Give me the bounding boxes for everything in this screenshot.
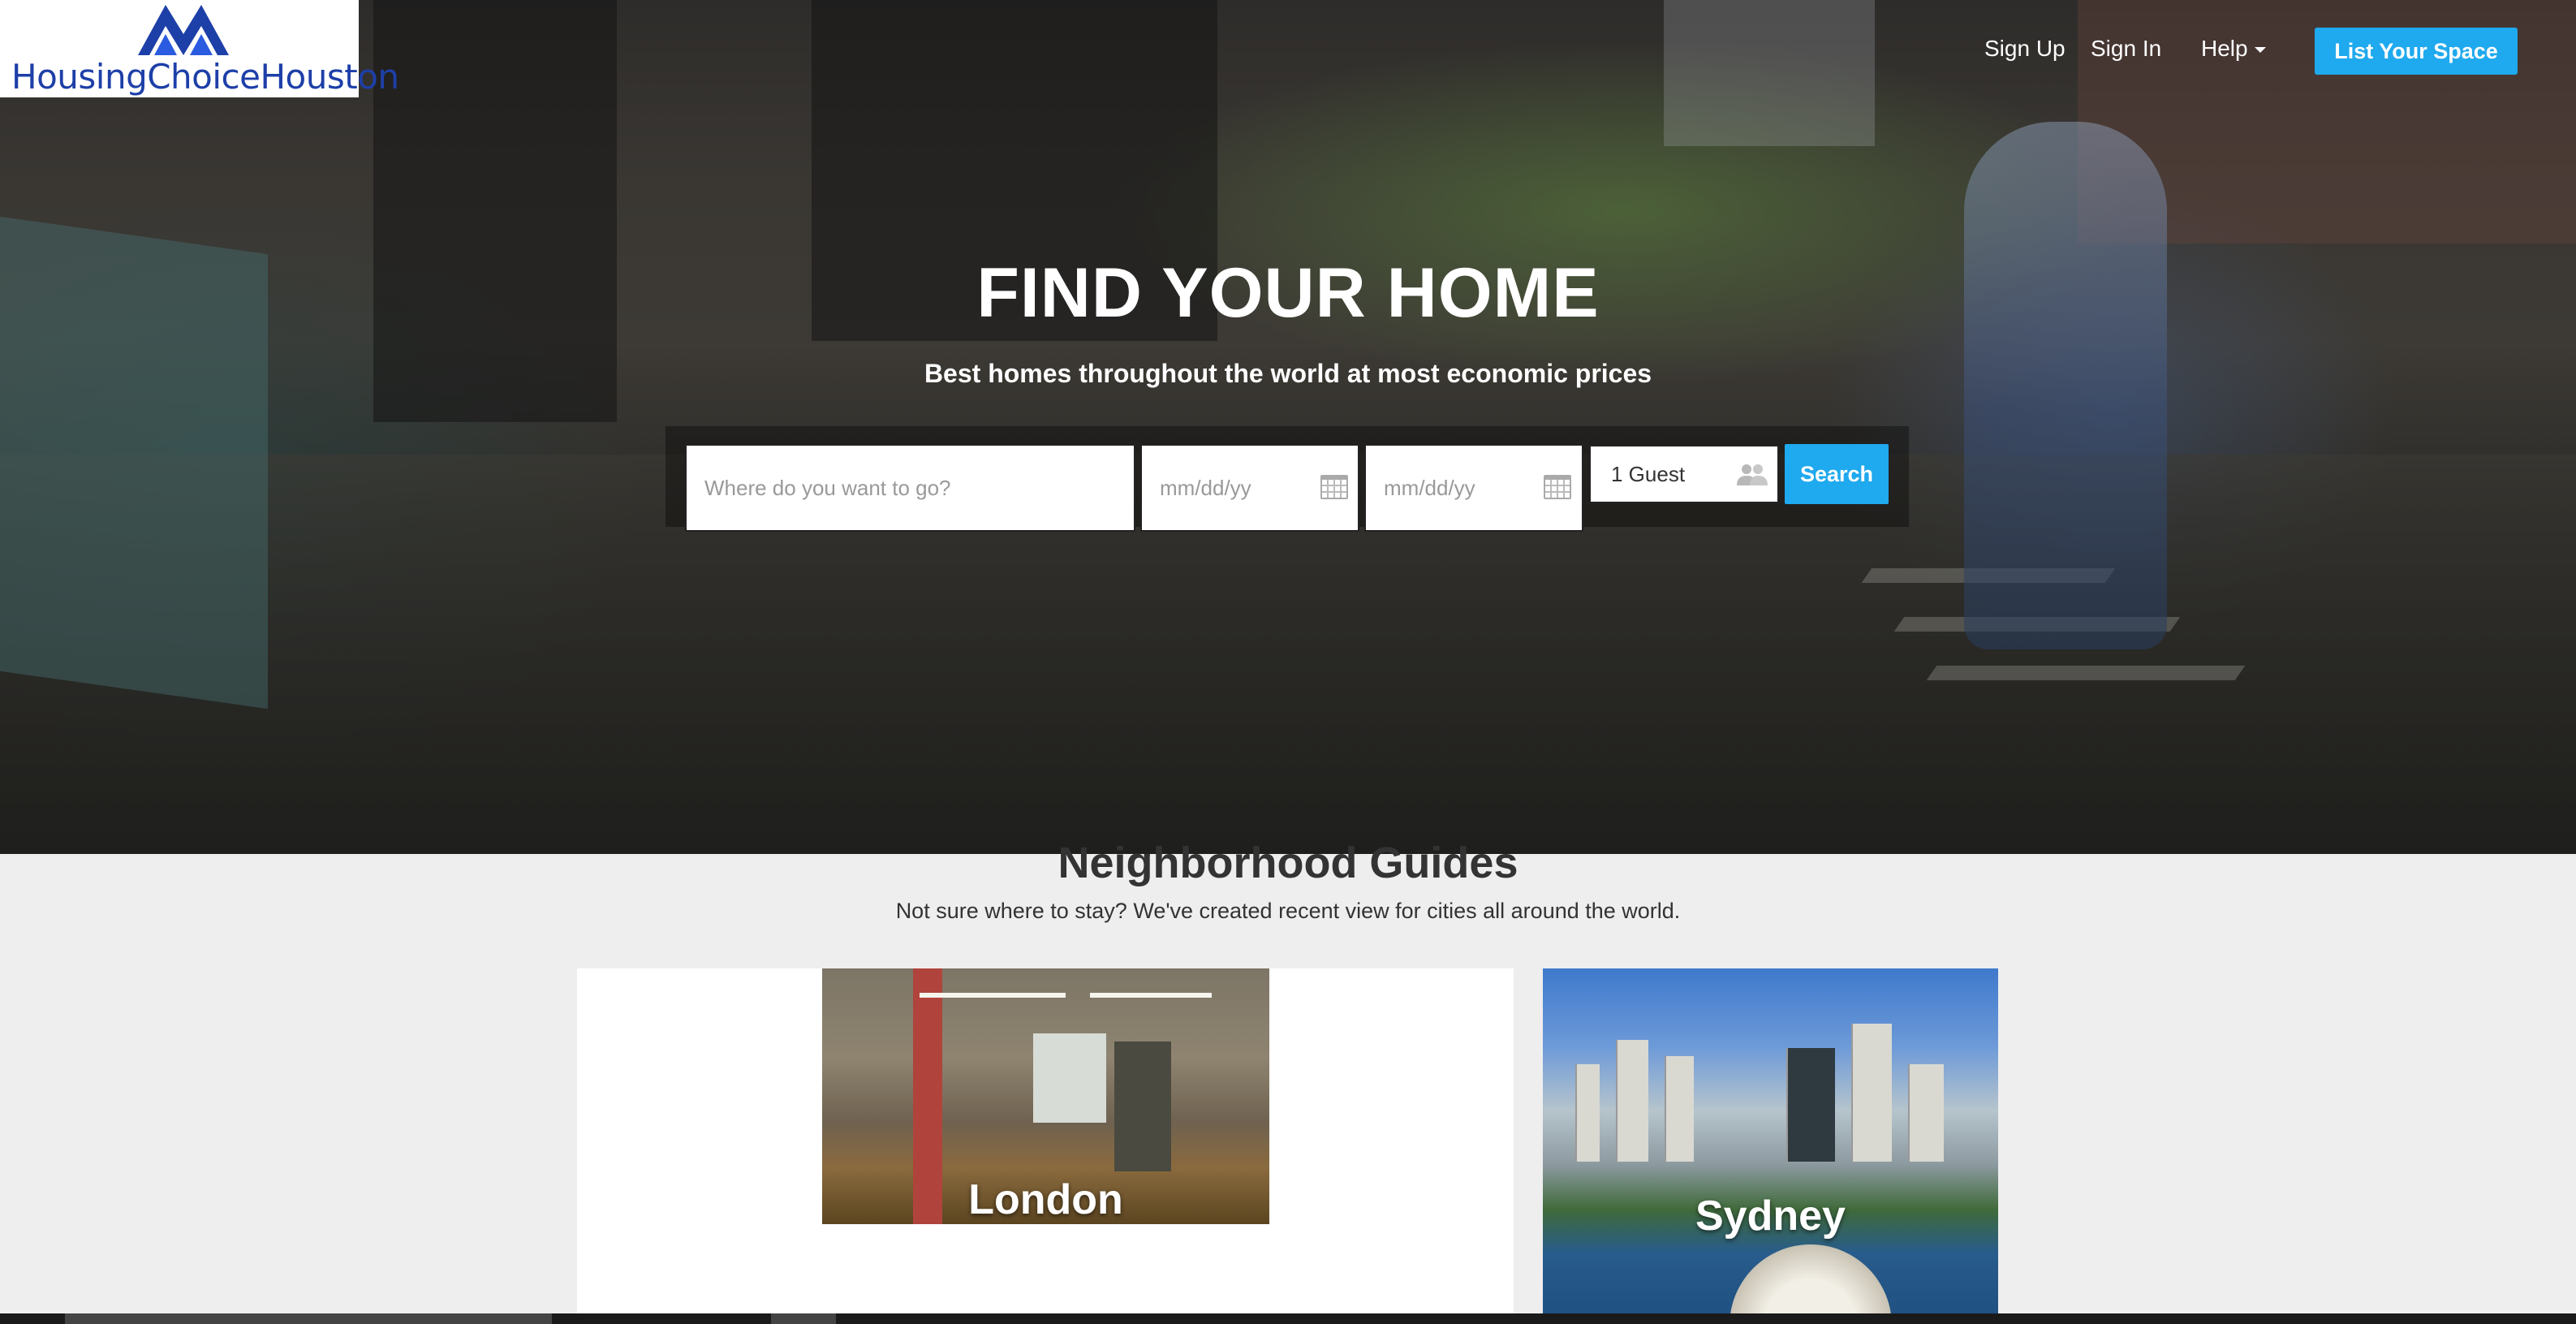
opera-house	[1730, 1244, 1892, 1324]
ceiling-light	[920, 993, 1066, 998]
section-subtitle: Not sure where to stay? We've created re…	[895, 899, 1681, 923]
ceiling-light	[1090, 993, 1212, 998]
people-icon	[1737, 464, 1768, 485]
help-label: Help	[2201, 36, 2248, 61]
bottom-strip	[0, 1313, 2576, 1324]
logo-house-icon	[138, 5, 229, 55]
skyline-tower	[1575, 1064, 1600, 1162]
skyline-tower	[1851, 1024, 1892, 1162]
city-card-sydney[interactable]: Sydney	[1543, 968, 1998, 1324]
crosswalk-stripe	[1926, 666, 2246, 680]
search-button[interactable]: Search	[1785, 444, 1889, 504]
bottom-strip-segment	[65, 1313, 552, 1324]
logo[interactable]: HousingChoiceHouston	[0, 0, 399, 97]
city-card-london[interactable]: London	[822, 968, 1269, 1224]
caret-down-icon	[2254, 47, 2266, 54]
room-window	[1033, 1033, 1106, 1123]
destination-input[interactable]	[685, 444, 1135, 532]
help-menu[interactable]: Help	[2201, 36, 2266, 62]
hero-title: FIND YOUR HOME	[976, 254, 1600, 332]
list-your-space-button[interactable]: List Your Space	[2315, 28, 2518, 75]
skyline-tower	[1665, 1056, 1694, 1162]
skyline-tower	[1786, 1048, 1835, 1162]
background-building	[1664, 0, 1875, 146]
city-label: Sydney	[1695, 1192, 1846, 1240]
sign-up-link[interactable]: Sign Up	[1984, 36, 2066, 62]
hero-subtitle: Best homes throughout the world at most …	[924, 359, 1652, 388]
sign-in-link[interactable]: Sign In	[2091, 36, 2161, 62]
calendar-icon[interactable]	[1320, 475, 1348, 499]
room-door	[1114, 1042, 1171, 1171]
calendar-icon[interactable]	[1544, 475, 1571, 499]
bottom-strip-segment	[771, 1313, 836, 1324]
skyline-tower	[1616, 1040, 1648, 1162]
section-title: Neighborhood Guides	[1058, 839, 1518, 887]
skyline-tower	[1908, 1064, 1944, 1162]
logo-text: HousingChoiceHouston	[11, 57, 399, 97]
city-label: London	[968, 1176, 1123, 1223]
